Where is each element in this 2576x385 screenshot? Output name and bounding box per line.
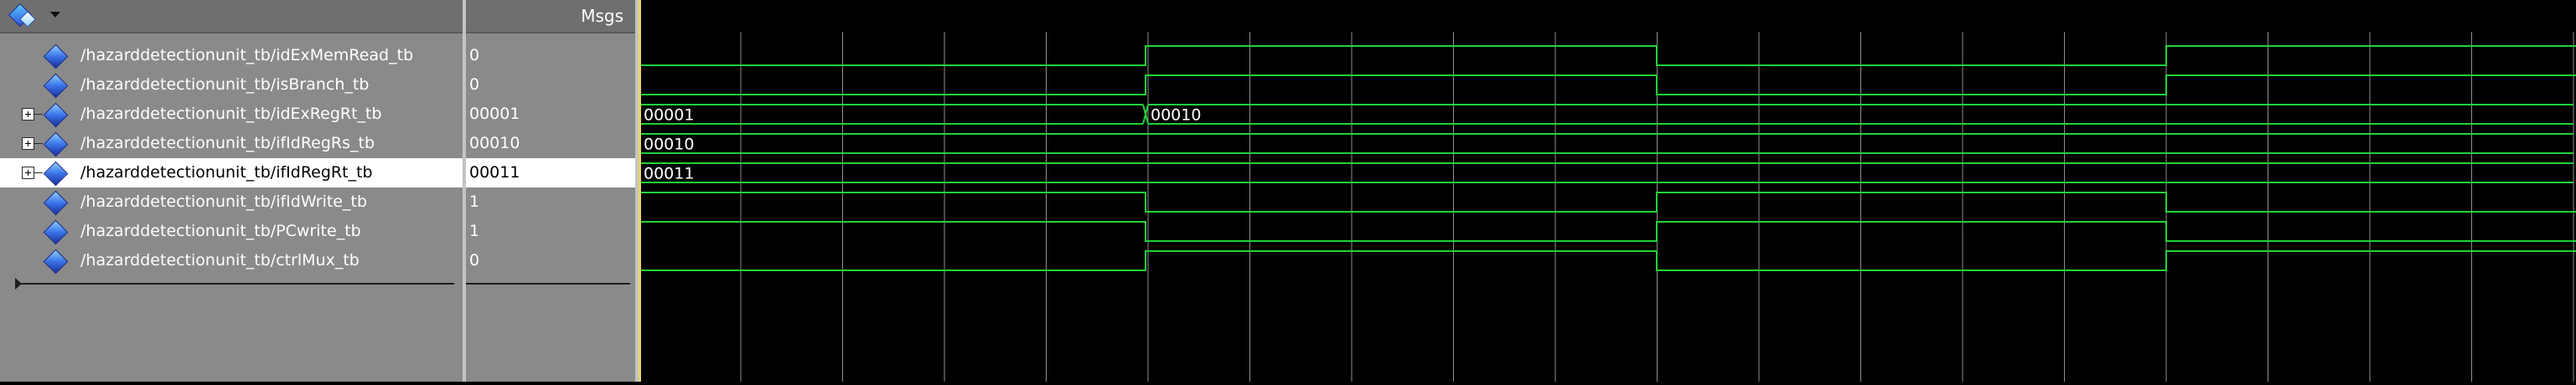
signal-row[interactable]: /hazarddetectionunit_tb/ctrlMux_tb (0, 246, 463, 275)
value-row[interactable]: 0 (466, 41, 635, 70)
signal-value: 0 (469, 75, 480, 94)
bit-waveform (639, 45, 2576, 66)
time-cursor[interactable] (639, 0, 641, 382)
signal-icon (43, 190, 69, 216)
bus-value-label: 00011 (644, 165, 694, 183)
bit-waveform (639, 250, 2576, 271)
signal-icon (43, 219, 69, 245)
value-row[interactable]: 0 (466, 246, 635, 275)
signal-icon (43, 131, 69, 157)
waveform-canvas[interactable]: 00001 00010 00010 00011 (639, 0, 2576, 382)
signal-value: 00011 (469, 163, 520, 182)
insertion-marker (466, 283, 630, 285)
value-row[interactable]: 1 (466, 187, 635, 217)
bit-waveform (639, 221, 2576, 242)
bit-waveform (639, 192, 2576, 213)
waveform-pane[interactable]: 00001 00010 00010 00011 (639, 0, 2576, 382)
signal-value: 1 (469, 192, 480, 211)
signal-name: /hazarddetectionunit_tb/isBranch_tb (80, 75, 370, 94)
expand-icon[interactable] (22, 167, 34, 179)
signal-name: /hazarddetectionunit_tb/PCwrite_tb (80, 222, 361, 240)
signal-name: /hazarddetectionunit_tb/ifIdRegRs_tb (80, 134, 375, 152)
signal-name: /hazarddetectionunit_tb/idExMemRead_tb (80, 46, 414, 64)
signal-row[interactable]: /hazarddetectionunit_tb/idExRegRt_tb (0, 100, 463, 129)
bus-value-label: 00010 (644, 136, 694, 154)
value-row[interactable]: 00011 (466, 158, 635, 187)
bus-value-label: 00010 (1151, 106, 1201, 125)
signal-name: /hazarddetectionunit_tb/idExRegRt_tb (80, 105, 382, 123)
signal-name: /hazarddetectionunit_tb/ifIdRegRt_tb (80, 163, 373, 182)
signal-icon (43, 161, 69, 187)
signal-name: /hazarddetectionunit_tb/ctrlMux_tb (80, 251, 360, 270)
signal-value: 0 (469, 251, 480, 270)
signal-icon (43, 249, 69, 275)
tree-connector (34, 143, 43, 144)
expand-icon[interactable] (22, 108, 34, 121)
signal-name: /hazarddetectionunit_tb/ifIdWrite_tb (80, 192, 367, 211)
tree-connector (34, 172, 43, 173)
msgs-label: Msgs (581, 6, 623, 26)
value-row[interactable]: 0 (466, 70, 635, 100)
signal-value: 00010 (469, 134, 520, 152)
expand-icon[interactable] (22, 137, 34, 150)
dropdown-arrow-icon[interactable] (50, 12, 60, 18)
insertion-marker (17, 283, 454, 285)
modelsim-waves-icon[interactable] (8, 3, 44, 28)
bit-waveform (639, 74, 2576, 95)
tree-connector (34, 114, 43, 115)
value-row[interactable]: 1 (466, 217, 635, 246)
signal-row[interactable]: /hazarddetectionunit_tb/ifIdWrite_tb (0, 187, 463, 217)
value-row[interactable]: 00001 (466, 100, 635, 129)
toolbar (0, 0, 463, 33)
signal-value: 00001 (469, 105, 520, 123)
wave-window: /hazarddetectionunit_tb/idExMemRead_tb/h… (0, 0, 2576, 382)
bus-value-label: 00001 (644, 106, 694, 125)
signal-icon (43, 44, 69, 69)
signal-row[interactable]: /hazarddetectionunit_tb/isBranch_tb (0, 70, 463, 100)
value-row[interactable]: 00010 (466, 129, 635, 158)
signal-icon (43, 73, 69, 99)
signal-row[interactable]: /hazarddetectionunit_tb/ifIdRegRt_tb (0, 158, 463, 187)
signal-row[interactable]: /hazarddetectionunit_tb/ifIdRegRs_tb (0, 129, 463, 158)
signal-value: 1 (469, 222, 480, 240)
signal-names-pane: /hazarddetectionunit_tb/idExMemRead_tb/h… (0, 0, 463, 382)
signal-row[interactable]: /hazarddetectionunit_tb/PCwrite_tb (0, 217, 463, 246)
signal-values-pane: Msgs 0 0 00001 00010 00011 1 1 0 (466, 0, 635, 382)
signal-row[interactable]: /hazarddetectionunit_tb/idExMemRead_tb (0, 41, 463, 70)
signal-icon (43, 102, 69, 128)
values-header: Msgs (466, 0, 635, 33)
signal-value: 0 (469, 46, 480, 64)
